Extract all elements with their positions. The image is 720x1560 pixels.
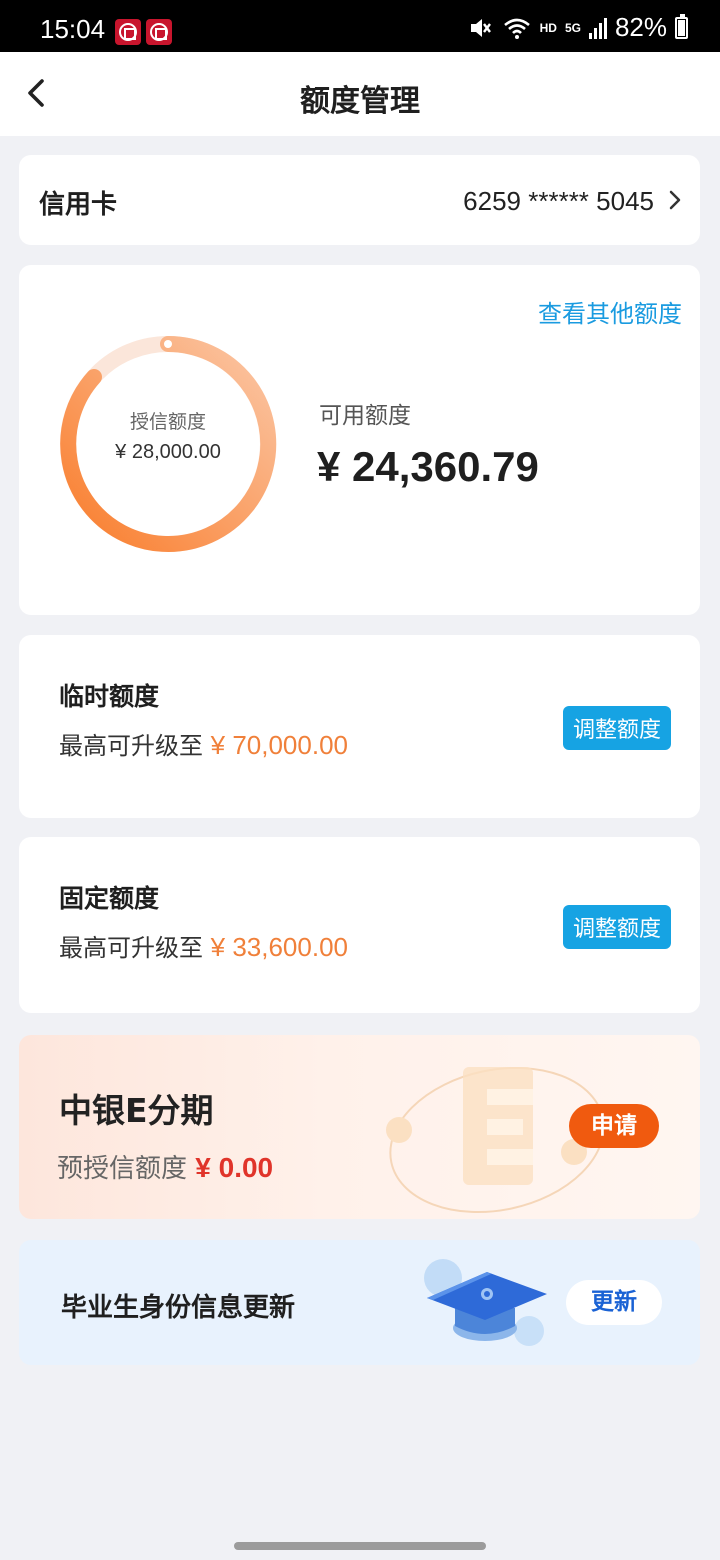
boc-app-icon — [146, 19, 172, 45]
battery-percent: 82% — [614, 12, 667, 42]
limit-overview-card: 查看其他额度 授信额度 ¥ 28,000.00 可用额度 ¥ 24,360.79 — [19, 265, 700, 615]
graduate-update-card: 毕业生身份信息更新 更新 — [19, 1240, 700, 1365]
pre-credit-desc: 预授信额度 ¥ 0.00 — [57, 1148, 273, 1185]
graduation-cap-icon — [424, 1259, 547, 1346]
card-number: 6259 ****** 5045 — [463, 186, 654, 216]
status-bar: 15:04 HD 5G 82% — [0, 0, 720, 52]
fixed-limit-card: 固定额度 最高可升级至 ¥ 33,600.00 调整额度 — [19, 837, 700, 1013]
network-label: 5G — [564, 20, 581, 35]
fixed-limit-desc: 最高可升级至 ¥ 33,600.00 — [59, 928, 348, 963]
temporary-limit-title: 临时额度 — [59, 682, 160, 711]
mute-icon — [470, 18, 491, 37]
apply-button[interactable]: 申请 — [569, 1104, 659, 1148]
status-icons: HD 5G 82% — [468, 12, 688, 43]
e-installment-card: 中银E分期 预授信额度 ¥ 0.00 申请 — [19, 1035, 700, 1219]
fixed-limit-title: 固定额度 — [59, 884, 160, 913]
battery-icon — [675, 13, 688, 39]
available-limit-value: ¥ 24,360.79 — [317, 443, 539, 490]
credit-card-selector[interactable]: 信用卡 6259 ****** 5045 — [19, 155, 700, 245]
page-title: 额度管理 — [300, 84, 420, 119]
available-limit-label: 可用额度 — [319, 403, 411, 429]
view-other-limits-link[interactable]: 查看其他额度 — [538, 294, 682, 329]
credit-limit-value: ¥ 28,000.00 — [115, 441, 221, 463]
wifi-icon — [503, 18, 530, 39]
temporary-limit-desc: 最高可升级至 ¥ 70,000.00 — [59, 726, 348, 761]
fixed-limit-amount: ¥ 33,600.00 — [210, 932, 348, 962]
pre-credit-amount: ¥ 0.00 — [195, 1152, 274, 1183]
signal-icon — [588, 17, 607, 39]
boc-app-icon — [115, 19, 141, 45]
update-button[interactable]: 更新 — [566, 1280, 662, 1325]
pre-credit-label: 预授信额度 — [57, 1154, 188, 1184]
card-type-label: 信用卡 — [39, 190, 118, 220]
status-time: 15:04 — [40, 14, 106, 44]
graduate-update-title: 毕业生身份信息更新 — [61, 1293, 296, 1323]
header: 额度管理 — [0, 52, 720, 136]
temporary-limit-prefix: 最高可升级至 — [59, 732, 203, 760]
temporary-limit-amount: ¥ 70,000.00 — [210, 730, 348, 760]
fixed-limit-prefix: 最高可升级至 — [59, 934, 203, 962]
hd-label: HD — [539, 20, 557, 35]
adjust-temporary-limit-button[interactable]: 调整额度 — [562, 706, 671, 750]
chevron-right-icon — [669, 190, 681, 210]
adjust-fixed-limit-button[interactable]: 调整额度 — [562, 905, 671, 949]
credit-limit-label: 授信额度 — [129, 411, 206, 433]
home-indicator[interactable] — [234, 1542, 486, 1550]
e-installment-title: 中银E分期 — [59, 1091, 214, 1130]
temporary-limit-card: 临时额度 最高可升级至 ¥ 70,000.00 调整额度 — [19, 635, 700, 818]
